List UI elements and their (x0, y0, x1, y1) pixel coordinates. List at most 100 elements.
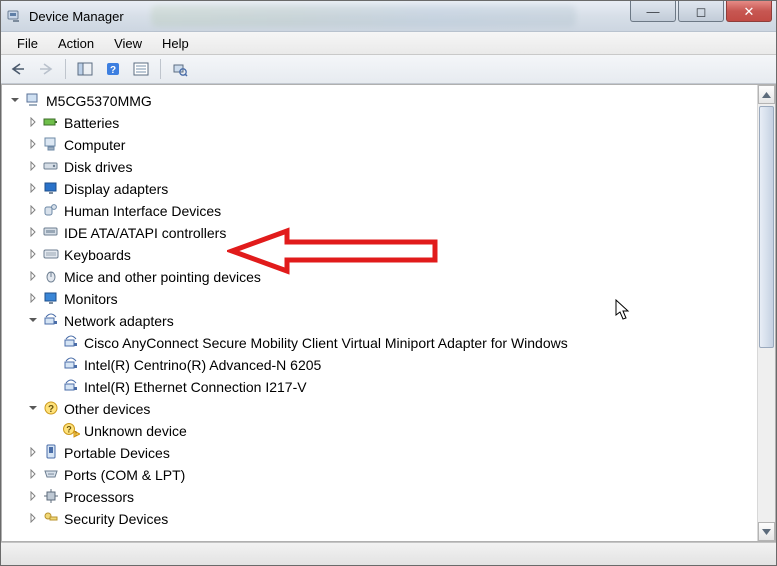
expander-closed-icon[interactable] (26, 203, 40, 217)
ide-controller-icon (42, 224, 60, 240)
close-button[interactable]: ✕ (726, 1, 772, 22)
expander-open-icon[interactable] (8, 93, 22, 107)
tree-root[interactable]: M5CG5370MMG (4, 89, 755, 111)
tree-item-processors[interactable]: Processors (4, 485, 755, 507)
minimize-button[interactable]: — (630, 1, 676, 22)
scroll-up-button[interactable] (758, 85, 775, 104)
show-hide-tree-button[interactable] (72, 57, 98, 81)
tree-item-other-devices[interactable]: ? Other devices (4, 397, 755, 419)
nav-back-button[interactable] (5, 57, 31, 81)
panel-icon (77, 62, 93, 76)
tree-item-monitors[interactable]: Monitors (4, 287, 755, 309)
tree-item-net-cisco[interactable]: Cisco AnyConnect Secure Mobility Client … (4, 331, 755, 353)
arrow-left-icon (10, 63, 26, 75)
tree-label: Disk drives (64, 159, 132, 174)
security-device-icon (42, 510, 60, 526)
tree-item-network-adapters[interactable]: Network adapters (4, 309, 755, 331)
tree-label: Monitors (64, 291, 118, 306)
expander-open-icon[interactable] (26, 313, 40, 327)
tree-item-unknown-device[interactable]: ?! Unknown device (4, 419, 755, 441)
tree-label: Batteries (64, 115, 119, 130)
tree-item-computer[interactable]: Computer (4, 133, 755, 155)
expander-closed-icon[interactable] (26, 225, 40, 239)
expander-closed-icon[interactable] (26, 137, 40, 151)
tree-item-disk-drives[interactable]: Disk drives (4, 155, 755, 177)
expander-closed-icon[interactable] (26, 467, 40, 481)
tree-label: Other devices (64, 401, 150, 416)
svg-text:?: ? (110, 65, 116, 76)
keyboard-icon (42, 246, 60, 262)
properties-button[interactable] (128, 57, 154, 81)
monitor-icon (42, 290, 60, 306)
tree-item-keyboards[interactable]: Keyboards (4, 243, 755, 265)
window-title: Device Manager (29, 9, 124, 24)
expander-closed-icon[interactable] (26, 247, 40, 261)
svg-text:?: ? (48, 404, 54, 415)
mouse-icon (42, 268, 60, 284)
menubar: File Action View Help (1, 32, 776, 55)
menu-view[interactable]: View (104, 34, 152, 53)
tree-label: Human Interface Devices (64, 203, 221, 218)
tree-label: Display adapters (64, 181, 168, 196)
maximize-button[interactable]: ◻ (678, 1, 724, 22)
expander-closed-icon[interactable] (26, 269, 40, 283)
scan-hardware-button[interactable] (167, 57, 193, 81)
tree-label: Intel(R) Centrino(R) Advanced-N 6205 (84, 357, 321, 372)
tree-item-ide[interactable]: IDE ATA/ATAPI controllers (4, 221, 755, 243)
expander-closed-icon[interactable] (26, 181, 40, 195)
tree-label: Ports (COM & LPT) (64, 467, 185, 482)
tree-item-ports[interactable]: Ports (COM & LPT) (4, 463, 755, 485)
tree-item-hid[interactable]: Human Interface Devices (4, 199, 755, 221)
computer-root-icon (24, 92, 42, 108)
minimize-icon: — (647, 5, 660, 18)
tree-item-mice[interactable]: Mice and other pointing devices (4, 265, 755, 287)
maximize-icon: ◻ (696, 5, 707, 18)
close-icon: ✕ (744, 5, 755, 18)
statusbar (1, 542, 776, 565)
network-adapter-icon (62, 334, 80, 350)
properties-icon (133, 62, 149, 76)
tree-item-net-ethernet[interactable]: Intel(R) Ethernet Connection I217-V (4, 375, 755, 397)
network-adapter-icon (62, 378, 80, 394)
portable-device-icon (42, 444, 60, 460)
nav-forward-button[interactable] (33, 57, 59, 81)
tree-label: Unknown device (84, 423, 187, 438)
window-controls: — ◻ ✕ (630, 1, 772, 22)
computer-icon (42, 136, 60, 152)
scroll-down-button[interactable] (758, 522, 775, 541)
toolbar-separator (65, 59, 66, 79)
expander-open-icon[interactable] (26, 401, 40, 415)
unknown-device-icon: ?! (62, 422, 80, 438)
expander-closed-icon[interactable] (26, 115, 40, 129)
help-button[interactable]: ? (100, 57, 126, 81)
scan-icon (172, 61, 188, 77)
processor-icon (42, 488, 60, 504)
expander-closed-icon[interactable] (26, 489, 40, 503)
expander-closed-icon[interactable] (26, 445, 40, 459)
tree-item-portable-devices[interactable]: Portable Devices (4, 441, 755, 463)
device-manager-window: Device Manager — ◻ ✕ File Action View He… (0, 0, 777, 566)
vertical-scrollbar[interactable] (757, 85, 775, 541)
tree-item-display-adapters[interactable]: Display adapters (4, 177, 755, 199)
menu-file[interactable]: File (7, 34, 48, 53)
expander-closed-icon[interactable] (26, 291, 40, 305)
device-tree[interactable]: M5CG5370MMG Batteries Computer Disk (2, 85, 757, 541)
network-adapter-icon (62, 356, 80, 372)
tree-label: Security Devices (64, 511, 168, 526)
tree-label: M5CG5370MMG (46, 93, 152, 108)
toolbar: ? (1, 55, 776, 84)
expander-closed-icon[interactable] (26, 511, 40, 525)
menu-action[interactable]: Action (48, 34, 104, 53)
expander-closed-icon[interactable] (26, 159, 40, 173)
tree-item-batteries[interactable]: Batteries (4, 111, 755, 133)
toolbar-separator (160, 59, 161, 79)
titlebar: Device Manager — ◻ ✕ (1, 1, 776, 32)
svg-text:!: ! (75, 431, 77, 438)
tree-item-net-centrino[interactable]: Intel(R) Centrino(R) Advanced-N 6205 (4, 353, 755, 375)
menu-help[interactable]: Help (152, 34, 199, 53)
scroll-thumb[interactable] (759, 106, 774, 348)
tree-label: IDE ATA/ATAPI controllers (64, 225, 226, 240)
scroll-track[interactable] (758, 104, 775, 522)
tree-item-security-devices[interactable]: Security Devices (4, 507, 755, 529)
tree-label: Network adapters (64, 313, 174, 328)
